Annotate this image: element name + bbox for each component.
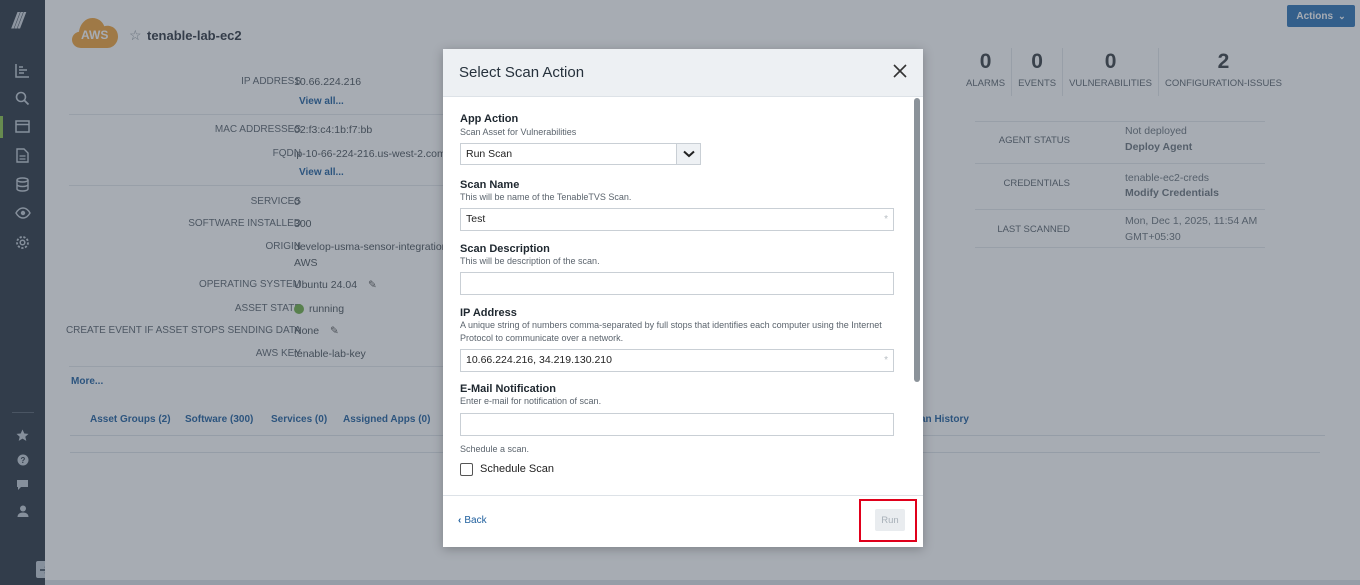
schedule-scan-checkbox[interactable] — [460, 463, 473, 476]
modal-header: Select Scan Action — [443, 49, 923, 97]
ip-address-help: A unique string of numbers comma-separat… — [460, 320, 882, 343]
chevron-down-icon[interactable] — [676, 144, 700, 164]
required-asterisk: * — [884, 355, 888, 366]
email-notification-title: E-Mail Notification — [460, 383, 556, 395]
scan-description-help: This will be description of the scan. — [460, 256, 600, 266]
app-action-help: Scan Asset for Vulnerabilities — [460, 127, 577, 137]
back-button[interactable]: ‹ Back — [458, 515, 487, 526]
back-label: Back — [464, 515, 487, 526]
ip-address-input[interactable]: 10.66.224.216, 34.219.130.210 * — [460, 349, 894, 372]
modal-title: Select Scan Action — [459, 64, 585, 81]
app-action-value: Run Scan — [466, 148, 513, 160]
scan-name-value: Test — [466, 213, 486, 225]
modal-footer: ‹ Back Run — [443, 495, 923, 547]
schedule-help: Schedule a scan. — [460, 444, 530, 454]
email-notification-help: Enter e-mail for notification of scan. — [460, 396, 602, 406]
app-action-title: App Action — [460, 113, 519, 125]
run-button[interactable]: Run — [875, 509, 905, 531]
scan-name-help: This will be name of the TenableTVS Scan… — [460, 192, 632, 202]
schedule-scan-label[interactable]: Schedule Scan — [480, 463, 554, 475]
scan-description-title: Scan Description — [460, 243, 550, 255]
email-notification-input[interactable] — [460, 413, 894, 436]
app-action-select[interactable]: Run Scan — [460, 143, 701, 165]
ip-address-title: IP Address — [460, 307, 517, 319]
modal-scrollbar[interactable] — [914, 98, 920, 382]
scan-description-input[interactable] — [460, 272, 894, 295]
scan-name-title: Scan Name — [460, 179, 520, 191]
modal-body: App Action Scan Asset for Vulnerabilitie… — [443, 97, 923, 495]
close-icon[interactable] — [891, 63, 909, 81]
ip-address-input-value: 10.66.224.216, 34.219.130.210 — [466, 354, 612, 366]
required-asterisk: * — [884, 214, 888, 225]
scan-name-input[interactable]: Test * — [460, 208, 894, 231]
select-scan-action-modal: Select Scan Action App Action Scan Asset… — [443, 49, 923, 547]
chevron-left-icon: ‹ — [458, 515, 462, 526]
